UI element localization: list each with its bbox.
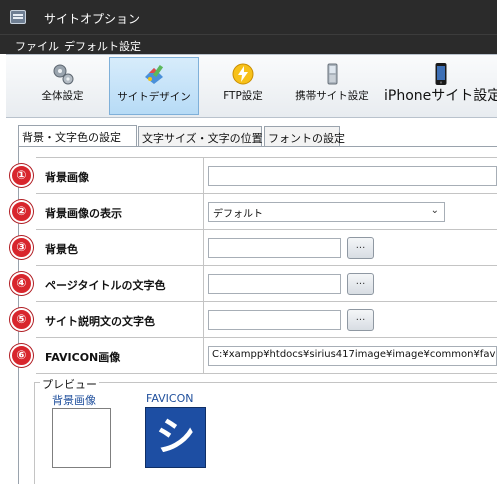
- page-title-color-picker-button[interactable]: ...: [347, 273, 374, 295]
- favicon-image-label: FAVICON画像: [45, 351, 121, 364]
- preview-background-label: 背景画像: [52, 394, 96, 407]
- row-number-badge: ②: [10, 200, 33, 223]
- mobile-site-settings-button[interactable]: 携帯サイト設定: [287, 57, 377, 115]
- row-background-color: 背景色 ...: [36, 229, 497, 265]
- mobile-site-settings-label: 携帯サイト設定: [295, 90, 369, 102]
- site-description-color-field[interactable]: [208, 310, 341, 330]
- background-display-label: 背景画像の表示: [45, 207, 122, 220]
- iphone-icon: [435, 63, 446, 85]
- row-number-badge: ④: [10, 272, 33, 295]
- iphone-site-settings-label: iPhoneサイト設定: [384, 88, 497, 104]
- row-site-description-color: サイト説明文の文字色 ...: [36, 301, 497, 337]
- site-design-button[interactable]: サイトデザイン: [109, 57, 199, 115]
- row-page-title-color: ページタイトルの文字色 ...: [36, 265, 497, 301]
- chevron-down-icon: ⌄: [430, 205, 439, 216]
- row-number-badge: ⑤: [10, 308, 33, 331]
- tab-text-size-position[interactable]: 文字サイズ・文字の位置: [138, 126, 263, 147]
- row-number-badge: ③: [10, 236, 33, 259]
- favicon-image-field[interactable]: C:¥xampp¥htdocs¥sirius417image¥image¥com…: [208, 346, 497, 366]
- general-settings-button[interactable]: 全体設定: [30, 57, 95, 115]
- page-title-color-field[interactable]: [208, 274, 341, 294]
- tab-background-text-color[interactable]: 背景・文字色の設定: [18, 125, 137, 147]
- background-image-label: 背景画像: [45, 171, 89, 184]
- menu-file[interactable]: ファイル: [13, 37, 61, 55]
- favicon-logo-icon: シ: [155, 414, 196, 460]
- row-number-badge: ⑥: [10, 344, 33, 367]
- menu-bar: ファイル デフォルト設定: [0, 34, 497, 54]
- preview-favicon-label: FAVICON: [146, 392, 194, 405]
- tab-font-settings[interactable]: フォントの設定: [264, 126, 345, 147]
- preview-title: プレビュー: [40, 376, 99, 392]
- app-icon: [10, 10, 26, 24]
- window-title: サイトオプション: [44, 12, 141, 26]
- general-settings-label: 全体設定: [41, 90, 84, 102]
- palette-brush-icon: [145, 64, 164, 84]
- background-color-picker-button[interactable]: ...: [347, 237, 374, 259]
- title-bar: サイトオプション: [0, 0, 497, 34]
- page-title-color-label: ページタイトルの文字色: [45, 279, 166, 292]
- background-color-field[interactable]: [208, 238, 341, 258]
- iphone-site-settings-button[interactable]: iPhoneサイト設定: [384, 57, 497, 115]
- ftp-settings-label: FTP設定: [223, 90, 263, 102]
- row-favicon-image: FAVICON画像 C:¥xampp¥htdocs¥sirius417image…: [36, 337, 497, 374]
- background-display-select[interactable]: デフォルト ⌄: [208, 202, 445, 222]
- site-description-color-picker-button[interactable]: ...: [347, 309, 374, 331]
- site-design-label: サイトデザイン: [117, 91, 191, 103]
- background-image-field[interactable]: [208, 166, 497, 186]
- mobile-phone-icon: [327, 63, 338, 85]
- background-display-value: デフォルト: [213, 209, 263, 220]
- toolbar: 全体設定 サイトデザイン FTP設定 携帯サイト設定 iPhoneサイト設定: [6, 54, 497, 118]
- lightning-icon: [232, 63, 254, 85]
- gears-icon: [53, 64, 73, 85]
- site-options-window: サイトオプション ファイル デフォルト設定 全体設定 サイトデザイン FTP設定…: [0, 0, 497, 484]
- row-number-badge: ①: [10, 164, 33, 187]
- background-image-preview: [52, 408, 111, 468]
- site-description-color-label: サイト説明文の文字色: [45, 315, 155, 328]
- row-background-image: 背景画像: [36, 157, 497, 193]
- ftp-settings-button[interactable]: FTP設定: [212, 57, 274, 115]
- favicon-preview: シ: [145, 407, 206, 468]
- row-background-display: 背景画像の表示 デフォルト ⌄: [36, 193, 497, 229]
- menu-default-settings[interactable]: デフォルト設定: [62, 37, 143, 55]
- background-color-label: 背景色: [45, 243, 78, 256]
